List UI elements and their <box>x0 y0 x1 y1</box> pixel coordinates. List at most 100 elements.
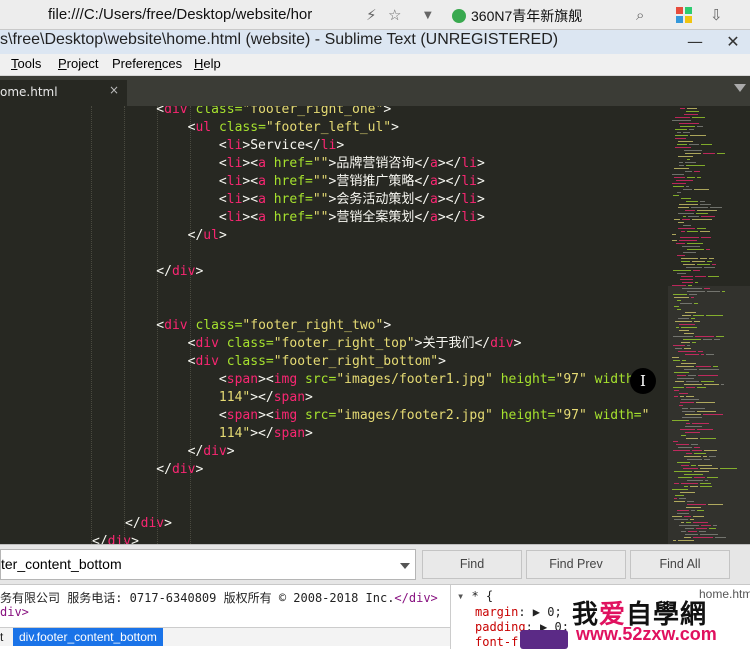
minimap-line <box>700 468 718 469</box>
minimap-line <box>706 249 710 250</box>
code-token: ></ <box>437 156 462 171</box>
code-line[interactable]: </div> <box>92 533 139 544</box>
code-token: li <box>461 174 477 189</box>
windows-tiles-icon[interactable] <box>676 7 692 23</box>
minimap-line <box>682 411 695 412</box>
browser-tab[interactable]: 360N7青年新旗舰 <box>452 6 582 26</box>
code-line[interactable]: <div class="footer_right_one"> <box>125 106 391 119</box>
code-token: > <box>383 318 392 333</box>
minimap-line <box>683 339 701 340</box>
menu-item-help[interactable]: Help <box>194 56 221 71</box>
lightning-icon[interactable]: ⚡ <box>366 6 377 24</box>
minimap-line <box>685 312 696 313</box>
search-icon[interactable]: ⌕ <box>636 6 644 24</box>
code-line[interactable]: </div> <box>125 461 203 479</box>
code-token: href= <box>273 156 313 171</box>
code-token: span <box>226 408 259 423</box>
menu-item-preferences[interactable]: Preferences <box>112 56 182 71</box>
code-line[interactable]: <span><img src="images/footer2.jpg" heig… <box>125 407 650 425</box>
breadcrumb-item-selected[interactable]: div.footer_content_bottom <box>13 628 163 646</box>
minimap-line <box>685 426 702 427</box>
minimap-line <box>706 315 723 316</box>
minimap-line <box>678 447 692 448</box>
download-icon[interactable]: ⇩ <box>710 6 723 24</box>
find-all-button[interactable]: Find All <box>630 550 730 579</box>
minimap-line <box>683 132 690 133</box>
minimap-line <box>681 399 699 400</box>
minimap-line <box>680 396 684 397</box>
minimap-line <box>685 414 701 415</box>
dom-node-line[interactable]: 务有限公司 服务电话: 0717-6340809 版权所有 © 2008-201… <box>0 589 438 606</box>
chevron-down-icon[interactable]: ▼ <box>424 10 432 21</box>
minimap-line <box>681 363 696 364</box>
close-window-button[interactable]: ✕ <box>716 30 750 54</box>
breadcrumb-item[interactable]: t <box>0 630 3 644</box>
minimap-line <box>689 294 697 295</box>
tab-list-dropdown-icon[interactable] <box>734 84 746 92</box>
code-token: > <box>383 106 392 117</box>
minimap-line <box>722 291 725 292</box>
code-line[interactable]: <span><img src="images/footer1.jpg" heig… <box>125 371 650 389</box>
star-icon[interactable]: ☆ <box>388 6 401 24</box>
code-token: < <box>125 372 227 387</box>
code-editor[interactable]: <div class="footer_right_one"> <ul class… <box>0 106 668 544</box>
code-line[interactable]: </ul> <box>125 227 227 245</box>
minimap-line <box>695 336 714 337</box>
find-input[interactable]: ter_content_bottom <box>0 549 416 580</box>
minimize-button[interactable]: — <box>678 30 712 54</box>
minimap[interactable] <box>668 106 750 544</box>
menu-item-tools[interactable]: Tools <box>11 56 41 71</box>
code-token: >品牌营销咨询</ <box>328 156 430 171</box>
minimap-line <box>691 465 696 466</box>
code-line[interactable]: </div> <box>125 515 172 533</box>
code-line[interactable]: </div> <box>125 263 203 281</box>
code-token: height= <box>500 372 556 387</box>
find-prev-button[interactable]: Find Prev <box>526 550 626 579</box>
minimap-line <box>700 438 716 439</box>
code-line[interactable]: </div> <box>125 443 235 461</box>
minimap-line <box>692 342 696 343</box>
tab-home-html[interactable]: ome.html × <box>0 80 127 106</box>
code-line[interactable]: <li><a href="">营销推广策略</a></li> <box>125 173 485 191</box>
dom-node-line[interactable]: div> <box>0 605 29 619</box>
find-history-dropdown-icon[interactable] <box>400 563 410 569</box>
code-token: li <box>320 138 337 153</box>
code-line[interactable]: 114"></span> <box>125 425 313 443</box>
code-token: li <box>461 210 477 225</box>
code-line[interactable]: 114"></span> <box>125 389 313 407</box>
minimap-line <box>683 189 692 190</box>
minimap-line <box>686 381 699 382</box>
browser-url[interactable]: file:///C:/Users/free/Desktop/website/ho… <box>48 6 312 23</box>
editor-tab-bar: ome.html × <box>0 76 750 106</box>
code-token: "97" <box>555 372 595 387</box>
style-property[interactable]: font-f <box>475 635 518 649</box>
minimap-line <box>708 504 723 505</box>
minimap-line <box>674 501 685 502</box>
minimap-line <box>699 531 706 532</box>
close-tab-icon[interactable]: × <box>109 83 119 97</box>
code-line[interactable]: <div class="footer_right_top">关于我们</div> <box>125 335 522 353</box>
screen: file:///C:/Users/free/Desktop/website/ho… <box>0 0 750 649</box>
menu-item-project[interactable]: Project <box>58 56 98 71</box>
code-token: < <box>125 120 196 135</box>
code-token: >< <box>258 408 274 423</box>
minimap-line <box>717 153 725 154</box>
code-line[interactable]: <li><a href="">营销全案策划</a></li> <box>125 209 485 227</box>
code-line[interactable]: <li>Service</li> <box>125 137 344 155</box>
minimap-line <box>704 384 719 385</box>
code-line[interactable]: <div class="footer_right_bottom"> <box>125 353 446 371</box>
minimap-line <box>678 228 695 229</box>
code-line[interactable]: <ul class="footer_left_ul"> <box>125 119 399 137</box>
minimap-line <box>676 327 679 328</box>
minimap-line <box>695 276 706 277</box>
code-line[interactable]: <li><a href="">会务活动策划</a></li> <box>125 191 485 209</box>
minimap-line <box>701 381 714 382</box>
code-token: < <box>125 318 165 333</box>
code-line[interactable]: <li><a href="">品牌营销咨询</a></li> <box>125 155 485 173</box>
code-line[interactable]: <div class="footer_right_two"> <box>125 317 391 335</box>
code-token: </ <box>125 228 204 243</box>
minimap-line <box>680 492 695 493</box>
minimap-line <box>692 450 702 451</box>
minimap-line <box>685 528 694 529</box>
find-button[interactable]: Find <box>422 550 522 579</box>
